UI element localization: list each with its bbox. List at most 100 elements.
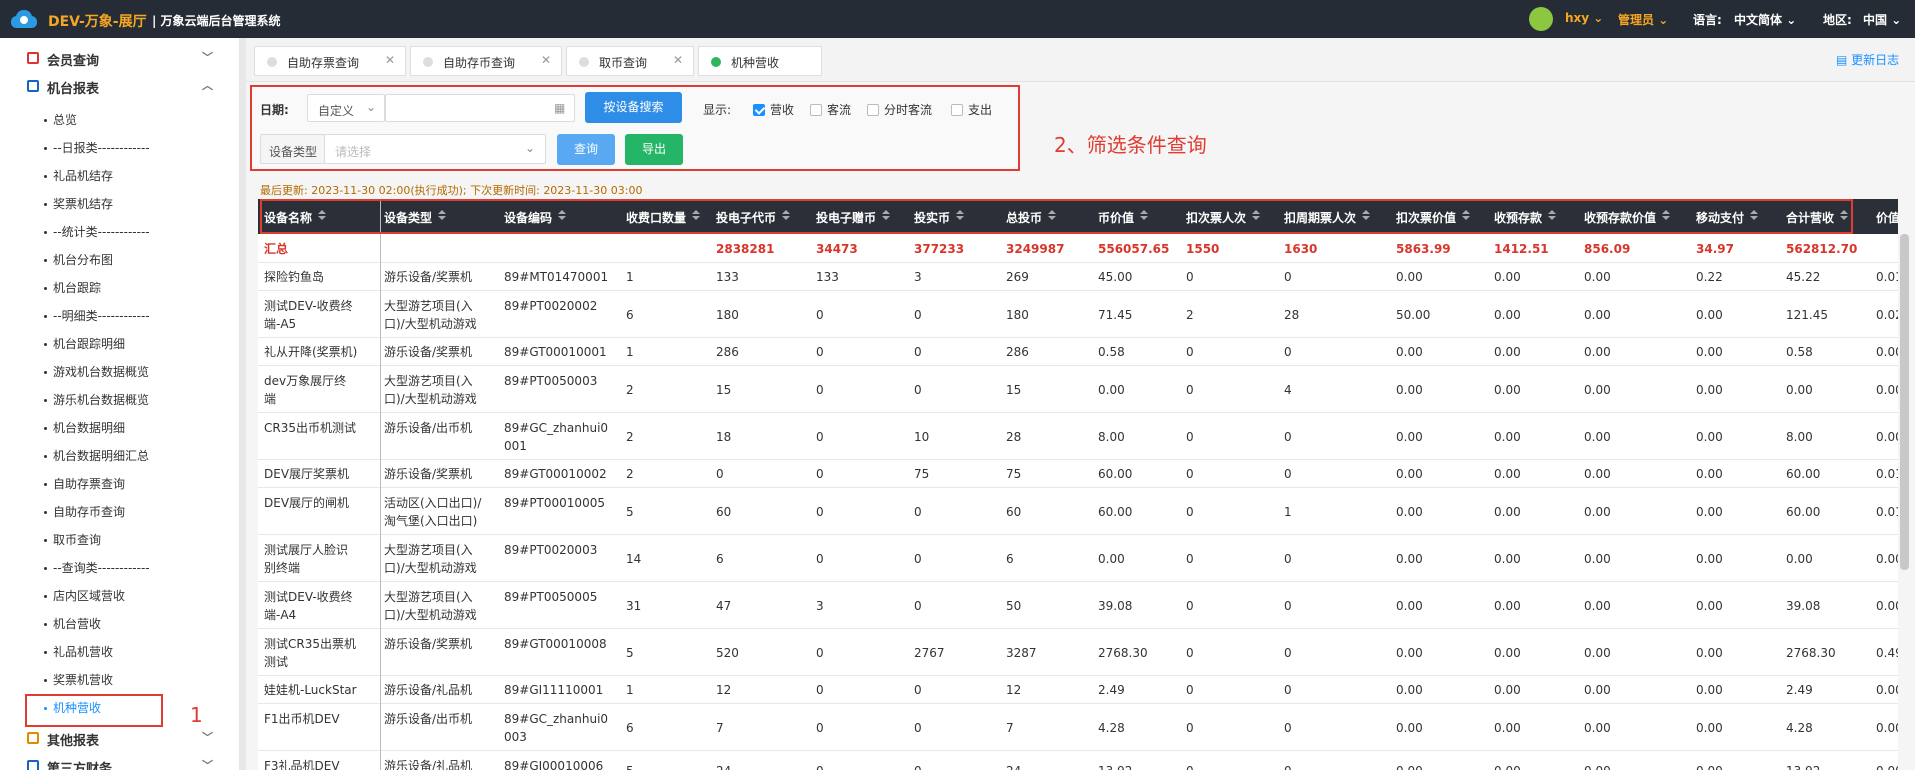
- table-cell: 0.00: [1876, 762, 1898, 770]
- close-icon[interactable]: ✕: [385, 53, 395, 67]
- sidebar-group-label: 机台报表: [47, 82, 100, 97]
- table-cell: 0.00: [1396, 345, 1423, 359]
- table-cell: 0.00: [1098, 382, 1125, 397]
- table-cell: 0: [914, 382, 922, 397]
- table-cell: 0.00: [1396, 382, 1423, 397]
- sidebar-group-third-party-finance[interactable]: 第三方财务 ﹀: [0, 752, 239, 770]
- table-cell: 0: [914, 762, 922, 770]
- tab-label: 取币查询: [599, 56, 648, 70]
- checkbox-label: 分时客流: [884, 103, 933, 117]
- tab-machine-type-revenue[interactable]: 机种营收: [698, 46, 822, 76]
- checkbox-traffic[interactable]: 客流: [810, 101, 851, 117]
- table-cell: 45.22: [1786, 270, 1821, 284]
- search-by-device-button[interactable]: 按设备搜索: [585, 92, 682, 123]
- sidebar-group-member-query[interactable]: 会员查询 ﹀: [0, 44, 239, 72]
- sidebar-item-amusement-overview[interactable]: 游乐机台数据概览: [44, 391, 149, 417]
- chevron-down-icon: ⌄: [525, 141, 536, 155]
- table-cell: 1550: [1186, 241, 1220, 256]
- sidebar-item-gift-balance[interactable]: 礼品机结存: [44, 167, 113, 193]
- language-select[interactable]: 中文简体 ⌄: [1734, 11, 1796, 28]
- sidebar-item-coin-withdraw-query[interactable]: 取币查询: [44, 531, 101, 557]
- table-cell: 8.00: [1098, 429, 1125, 444]
- table-cell: 0.00: [1696, 382, 1723, 397]
- update-log-link[interactable]: ▤ 更新日志: [1836, 51, 1899, 68]
- table-cell: 89#GC_zhanhui0003: [504, 712, 609, 744]
- date-mode-select[interactable]: 自定义 ⌄: [307, 94, 385, 122]
- sidebar-item-machine-revenue[interactable]: 机台营收: [44, 615, 101, 641]
- sidebar-group-machine-report[interactable]: 机台报表 ︿: [0, 72, 239, 100]
- chevron-down-icon: ﹀: [202, 51, 213, 64]
- export-button[interactable]: 导出: [625, 134, 683, 165]
- table-cell: 60.00: [1098, 504, 1133, 519]
- date-range-input[interactable]: ▦: [385, 94, 575, 122]
- table-cell: F3礼品机DEV: [264, 759, 340, 770]
- table-cell: 3249987: [1006, 241, 1065, 256]
- checkbox-icon: [810, 104, 822, 116]
- checkbox-icon: [951, 104, 963, 116]
- report-icon: [27, 80, 39, 92]
- sidebar-item-label: 自助存票查询: [53, 477, 126, 491]
- sidebar-item-self-ticket-query[interactable]: 自助存票查询: [44, 475, 125, 501]
- language-value: 中文简体: [1734, 13, 1783, 27]
- column-header[interactable]: 价值占: [1876, 209, 1898, 226]
- table-cell: 0: [1284, 720, 1292, 735]
- sidebar-item-tracking-detail[interactable]: 机台跟踪明细: [44, 335, 125, 361]
- table-cell: 180: [1006, 307, 1029, 322]
- sidebar-item-ticket-balance[interactable]: 奖票机结存: [44, 195, 113, 221]
- table-cell: 大型游艺项目(入口)/大型机动游戏: [384, 543, 477, 575]
- table-row: DEV展厅的闸机 活动区(入口出口)/淘气堡(入口出口) 89#PT00010005…: [258, 488, 1898, 535]
- sidebar-item-detail-divider: --明细类------------: [44, 307, 150, 333]
- user-menu[interactable]: hxy ⌄: [1565, 11, 1603, 25]
- table-row: DEV展厅奖票机 游乐设备/奖票机 89#GT00010002 2 0 0 75 75 60.0…: [258, 460, 1898, 488]
- table-cell: 39.08: [1098, 598, 1133, 613]
- table-cell: 0: [1284, 551, 1292, 566]
- table-cell: 0.00: [1786, 382, 1813, 397]
- sidebar-item-area-revenue[interactable]: 店内区域营收: [44, 587, 125, 613]
- sidebar-item-self-coin-query[interactable]: 自助存币查询: [44, 503, 125, 529]
- tab-self-coin-query[interactable]: 自助存币查询 ✕: [410, 46, 562, 76]
- system-name: | 万象云端后台管理系统: [152, 14, 281, 28]
- table-cell: 2768.30: [1786, 645, 1836, 660]
- sidebar-item-machine-detail[interactable]: 机台数据明细: [44, 419, 125, 445]
- tab-coin-withdraw-query[interactable]: 取币查询 ✕: [566, 46, 694, 76]
- table-cell: 60.00: [1786, 504, 1821, 519]
- sidebar-item-gift-revenue[interactable]: 礼品机营收: [44, 643, 113, 669]
- table-cell: 2.49: [1098, 683, 1125, 697]
- table-cell: 0.00: [1396, 467, 1423, 481]
- sidebar-item-machine-map[interactable]: 机台分布图: [44, 251, 113, 277]
- table-cell: 大型游艺项目(入口)/大型机动游戏: [384, 299, 477, 331]
- table-scrollbar[interactable]: [1900, 234, 1909, 570]
- avatar[interactable]: [1529, 7, 1553, 31]
- sidebar-item-machine-tracking[interactable]: 机台跟踪: [44, 279, 101, 305]
- tab-active-dot: [711, 57, 721, 67]
- chevron-down-icon: ﹀: [202, 731, 213, 744]
- table-cell: 4: [1284, 382, 1292, 397]
- table-cell: 0.00: [1494, 270, 1521, 284]
- table-cell: 0: [816, 762, 824, 770]
- table-cell: 1: [626, 345, 634, 359]
- table-cell: 89#GT00010008: [504, 637, 607, 651]
- sidebar-item-overview[interactable]: 总览: [44, 111, 77, 137]
- device-type-select[interactable]: 请选择 ⌄: [324, 134, 546, 164]
- table-row: dev万象展厅终端 大型游艺项目(入口)/大型机动游戏 89#PT0050003 2 1…: [258, 366, 1898, 413]
- close-icon[interactable]: ✕: [541, 53, 551, 67]
- sidebar-item-machine-detail-summary[interactable]: 机台数据明细汇总: [44, 447, 149, 473]
- sidebar-item-game-overview[interactable]: 游戏机台数据概览: [44, 363, 149, 389]
- table-cell: 0: [1186, 270, 1194, 284]
- region-select[interactable]: 中国 ⌄: [1863, 11, 1901, 28]
- checkbox-revenue[interactable]: 营收: [753, 101, 794, 117]
- query-button[interactable]: 查询: [557, 134, 615, 165]
- table-cell: 1: [626, 270, 634, 284]
- checkbox-expense[interactable]: 支出: [951, 101, 992, 117]
- sidebar-item-label: --查询类------------: [53, 561, 150, 575]
- table-cell: 12: [1006, 683, 1022, 697]
- role-menu[interactable]: 管理员 ⌄: [1618, 11, 1668, 28]
- table-cell: 0.00: [1584, 645, 1611, 660]
- tab-self-ticket-query[interactable]: 自助存票查询 ✕: [254, 46, 406, 76]
- checkbox-hourly-traffic[interactable]: 分时客流: [867, 101, 933, 117]
- table-cell: 游乐设备/礼品机: [384, 759, 473, 770]
- sidebar-group-other-report[interactable]: 其他报表 ﹀: [0, 724, 239, 752]
- close-icon[interactable]: ✕: [673, 53, 683, 67]
- table-cell: 6: [716, 551, 724, 566]
- annotation-two: 2、筛选条件查询: [1054, 133, 1207, 157]
